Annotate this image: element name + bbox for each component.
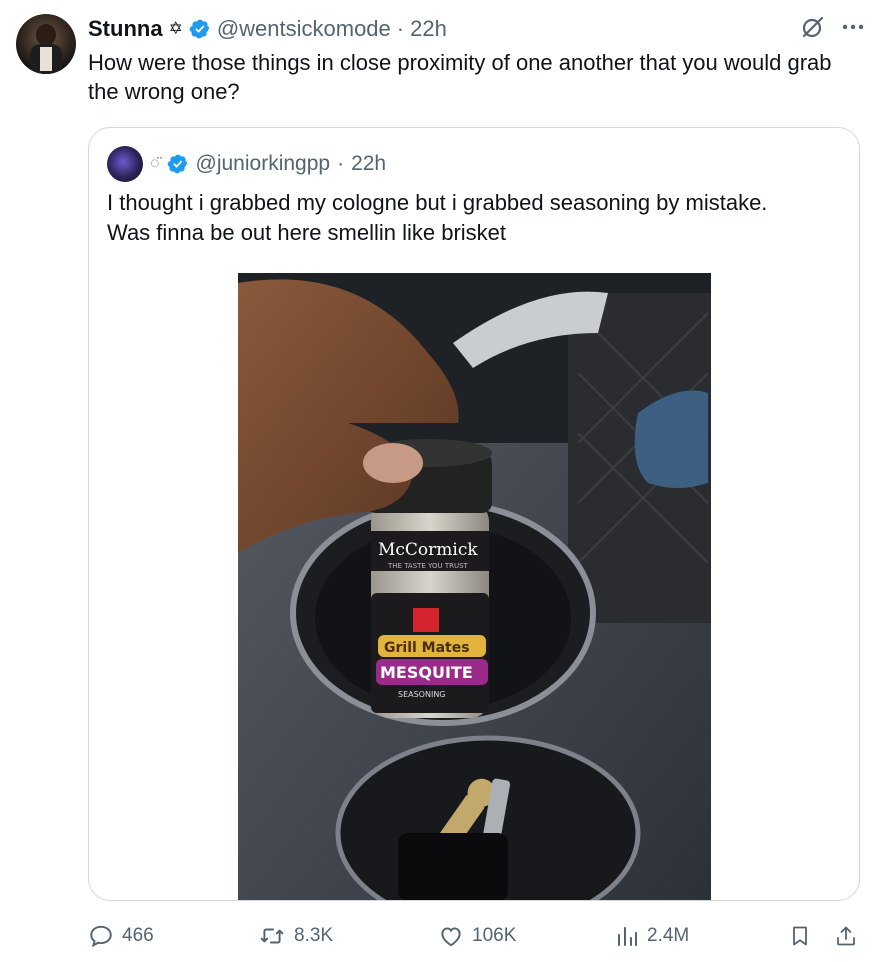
share-button[interactable]: [834, 918, 858, 954]
quoted-author-handle[interactable]: @juniorkingpp: [196, 152, 331, 176]
reply-button[interactable]: 466: [88, 918, 154, 954]
bookmark-button[interactable]: [788, 918, 812, 954]
share-icon: [837, 926, 855, 946]
reply-icon: [90, 925, 112, 948]
like-count: 106K: [472, 925, 517, 946]
quoted-text-line: Was finna be out here smellin like brisk…: [107, 220, 507, 245]
views-icon: [618, 927, 637, 946]
dot-separator: ·: [337, 152, 345, 175]
quoted-tweet[interactable]: ◌̈ @juniorkingpp · 22h I thought i grabb…: [88, 127, 860, 901]
quoted-tweet-text: I thought i grabbed my cologne but i gra…: [107, 188, 847, 248]
verified-badge-icon: [189, 19, 210, 39]
quoted-text-line: I thought i grabbed my cologne but i gra…: [107, 190, 768, 215]
repost-icon: [260, 928, 284, 944]
like-button[interactable]: 106K: [438, 918, 516, 954]
tweet-text: How were those things in close proximity…: [88, 50, 832, 104]
tweet-header: Stunna ✡ @wentsickomode · 22h: [88, 14, 447, 44]
jar-kind-text: SEASONING: [398, 690, 446, 699]
grok-icon[interactable]: [800, 14, 826, 40]
dot-separator: ·: [396, 16, 405, 41]
jar-brand-text: McCormick: [378, 540, 478, 560]
ring-emoji-icon: ◌̈: [150, 155, 160, 172]
jar-flavor-text: MESQUITE: [380, 663, 473, 682]
quoted-tweet-time[interactable]: 22h: [351, 152, 386, 176]
tweet-time[interactable]: 22h: [410, 16, 447, 42]
quoted-tweet-header: ◌̈ @juniorkingpp · 22h: [107, 146, 386, 182]
photo-illustration: McCormick THE TASTE YOU TRUST Grill Mate…: [238, 273, 711, 900]
repost-button[interactable]: 8.3K: [258, 918, 333, 954]
tweet-top-actions: [800, 14, 866, 40]
tweet-actions: 466 8.3K 106K 2.4M: [88, 918, 864, 954]
verified-badge-icon: [167, 154, 187, 174]
author-handle[interactable]: @wentsickomode: [217, 16, 391, 42]
like-icon: [441, 927, 461, 947]
jar-tagline-text: THE TASTE YOU TRUST: [387, 562, 469, 570]
author-name[interactable]: Stunna: [88, 16, 163, 42]
views-button[interactable]: 2.4M: [615, 918, 689, 954]
pentagram-emoji-icon: ✡: [168, 19, 183, 38]
reply-count: 466: [122, 925, 154, 946]
bookmark-icon: [793, 926, 807, 946]
quoted-author-avatar[interactable]: [107, 146, 143, 182]
views-count: 2.4M: [647, 925, 690, 946]
author-avatar[interactable]: [16, 14, 76, 74]
more-icon[interactable]: [840, 14, 866, 40]
jar-line-text: Grill Mates: [384, 640, 470, 656]
quoted-tweet-photo[interactable]: McCormick THE TASTE YOU TRUST Grill Mate…: [238, 273, 711, 900]
repost-count: 8.3K: [294, 925, 334, 946]
